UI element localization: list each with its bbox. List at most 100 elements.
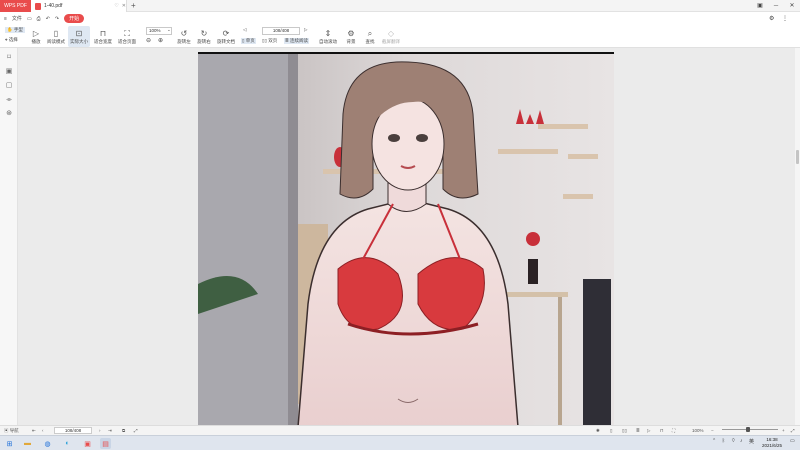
status-zoom-out-icon[interactable]: − [711,427,714,435]
read-mode-button[interactable]: ▯ 阅读模式 [44,26,68,47]
continuous-read-button[interactable]: ≣ 连续阅读 [284,38,310,44]
settings-icon[interactable]: ⚙ [769,15,774,22]
pdf-file-icon [35,2,41,10]
browser-icon[interactable]: ◍ [42,438,53,449]
close-window-button[interactable]: ✕ [784,0,800,12]
tab-pin-icon[interactable]: ♡ [114,3,118,9]
page-number-input[interactable]: 108/408 [262,27,300,35]
status-bar: ▣ 导航 ⇤ ‹ 108/408 › ⇥ ⧉ ⤢ ✺ ▯ ▯▯ ≣ ▷ ⊓ ⛶ … [0,425,800,435]
fullscreen-icon[interactable]: ⤢ [791,427,795,435]
notification-icon[interactable]: ▭ [790,438,795,444]
network-icon[interactable]: ⌔ [731,438,736,444]
hand-tool[interactable]: ✋ 手型 [5,27,25,33]
play-status-icon[interactable]: ▷ [647,427,650,435]
tray-expand-icon[interactable]: ⌃ [712,438,716,444]
stamp-icon[interactable]: ⊛ [5,110,13,118]
play-icon: ▷ [32,29,40,38]
book-icon: ▯ [53,29,59,38]
status-zoom-in-icon[interactable]: + [782,427,785,435]
find-button[interactable]: ⌕ 查找 [362,26,378,47]
new-tab-button[interactable]: + [131,0,136,11]
eye-protect-icon[interactable]: ✺ [596,427,600,435]
menu-file[interactable]: 文件 [12,15,22,22]
rotate-left-button[interactable]: ↺ 旋转左 [176,26,192,47]
rotate-right-button[interactable]: ↻ 旋转右 [196,26,212,47]
edge-icon[interactable]: ◐ [62,438,73,449]
navigation-toggle[interactable]: ▣ 导航 [4,427,19,435]
cursor-icon: ⌖ [5,37,8,42]
bookmark-icon[interactable]: ⌑ [5,54,13,62]
clock[interactable]: 16:38 2021/6/25 [757,437,787,449]
app-tab[interactable]: WPS PDF [0,0,31,12]
continuous-icon: ≣ [285,38,289,43]
prev-page-icon[interactable]: ◁ [243,27,246,33]
actual-size-icon: ⊡ [75,29,83,38]
expand-icon[interactable]: ⤢ [134,427,138,435]
volume-icon[interactable]: ♪ [740,438,743,444]
status-zoom-value[interactable]: 100% [692,427,704,435]
fit-page-button[interactable]: ⛶ 适合页面 [115,26,139,47]
pdf-page[interactable] [198,52,614,425]
hand-icon: ✋ [7,27,13,32]
thumbnail-icon[interactable]: ▣ [5,68,13,76]
fit-width-button[interactable]: ⊓ 适合宽度 [91,26,115,47]
status-fit-page-icon[interactable]: ⛶ [672,427,675,435]
rotate-document-icon: ⟳ [222,29,230,38]
vertical-scrollbar[interactable] [795,48,800,425]
translate-icon: ◇ [387,29,395,38]
undo-icon[interactable]: ↶ [46,16,50,22]
more-options-icon[interactable]: ⋮ [782,15,788,22]
pdf-taskbar-icon[interactable]: ▤ [100,438,111,449]
double-view-icon[interactable]: ▯▯ [622,427,627,435]
wps-taskbar-icon[interactable]: ▣ [82,438,93,449]
scrollbar-thumb[interactable] [796,150,799,164]
document-tab[interactable]: 1-40.pdf ♡ ✕ [31,0,127,12]
restore-layout-icon[interactable]: ▣ [752,0,768,12]
status-page-input[interactable]: 108/408 [54,427,92,434]
single-page-button[interactable]: ▯ 单页 [241,38,256,44]
comment-icon[interactable]: ▢ [5,82,13,90]
zoom-slider[interactable] [722,429,778,430]
bluetooth-icon[interactable]: ᛒ [722,438,725,444]
zoom-in-icon[interactable]: ⊕ [158,37,163,44]
open-folder-icon[interactable]: ▭ [27,16,32,22]
continuous-view-icon[interactable]: ≣ [636,427,640,435]
zoom-out-icon[interactable]: ⊖ [146,37,151,44]
fit-page-icon: ⛶ [124,29,130,38]
search-icon: ⌕ [367,29,373,38]
print-icon[interactable]: ⎙ [37,16,41,22]
next-page-icon[interactable]: ▷ [304,27,307,33]
status-prev-page-icon[interactable]: ‹ [42,427,44,435]
file-explorer-icon[interactable]: ▬ [22,438,33,449]
rotate-doc-button[interactable]: ⟳ 旋转文档 [215,26,237,47]
zoom-dropdown-icon[interactable]: ⌄ [167,27,171,33]
tab-close-icon[interactable]: ✕ [122,3,126,9]
auto-scroll-button[interactable]: ⇕ 自动滚动 [316,26,340,47]
page-illustration [198,54,614,425]
double-page-button[interactable]: ▯▯ 双页 [262,38,277,44]
clock-date: 2021/6/25 [761,443,783,448]
status-fit-width-icon[interactable]: ⊓ [660,427,664,435]
fit-icon[interactable]: ⧉ [122,427,125,435]
single-page-icon: ▯ [242,38,245,43]
fit-width-icon: ⊓ [99,29,107,38]
main-menu-icon[interactable]: ≡ [4,16,7,22]
ime-icon[interactable]: 英 [749,438,754,445]
first-page-icon[interactable]: ⇤ [32,427,36,435]
actual-size-button[interactable]: ⊡ 实际大小 [68,26,90,47]
redo-icon[interactable]: ↷ [55,16,59,22]
screen-translate-button[interactable]: ◇ 截屏翻译 [379,26,403,47]
minimize-button[interactable]: ─ [768,0,784,12]
single-view-icon[interactable]: ▯ [610,427,612,435]
play-button[interactable]: ▷ 播放 [28,26,44,47]
start-tab[interactable]: 开始 [64,14,85,23]
menu-bar: ≡ 文件 ▭ ⎙ ↶ ↷ 开始 [0,12,800,25]
zoom-slider-handle[interactable] [746,427,750,432]
select-tool[interactable]: ⌖ 选择 [5,37,18,43]
auto-scroll-icon: ⇕ [324,29,332,38]
status-next-page-icon[interactable]: › [99,427,101,435]
windows-start-icon[interactable]: ⊞ [4,438,15,449]
background-button[interactable]: ⚙ 背景 [342,26,360,47]
last-page-icon[interactable]: ⇥ [108,427,112,435]
attachment-icon[interactable]: ⌯ [5,96,13,104]
